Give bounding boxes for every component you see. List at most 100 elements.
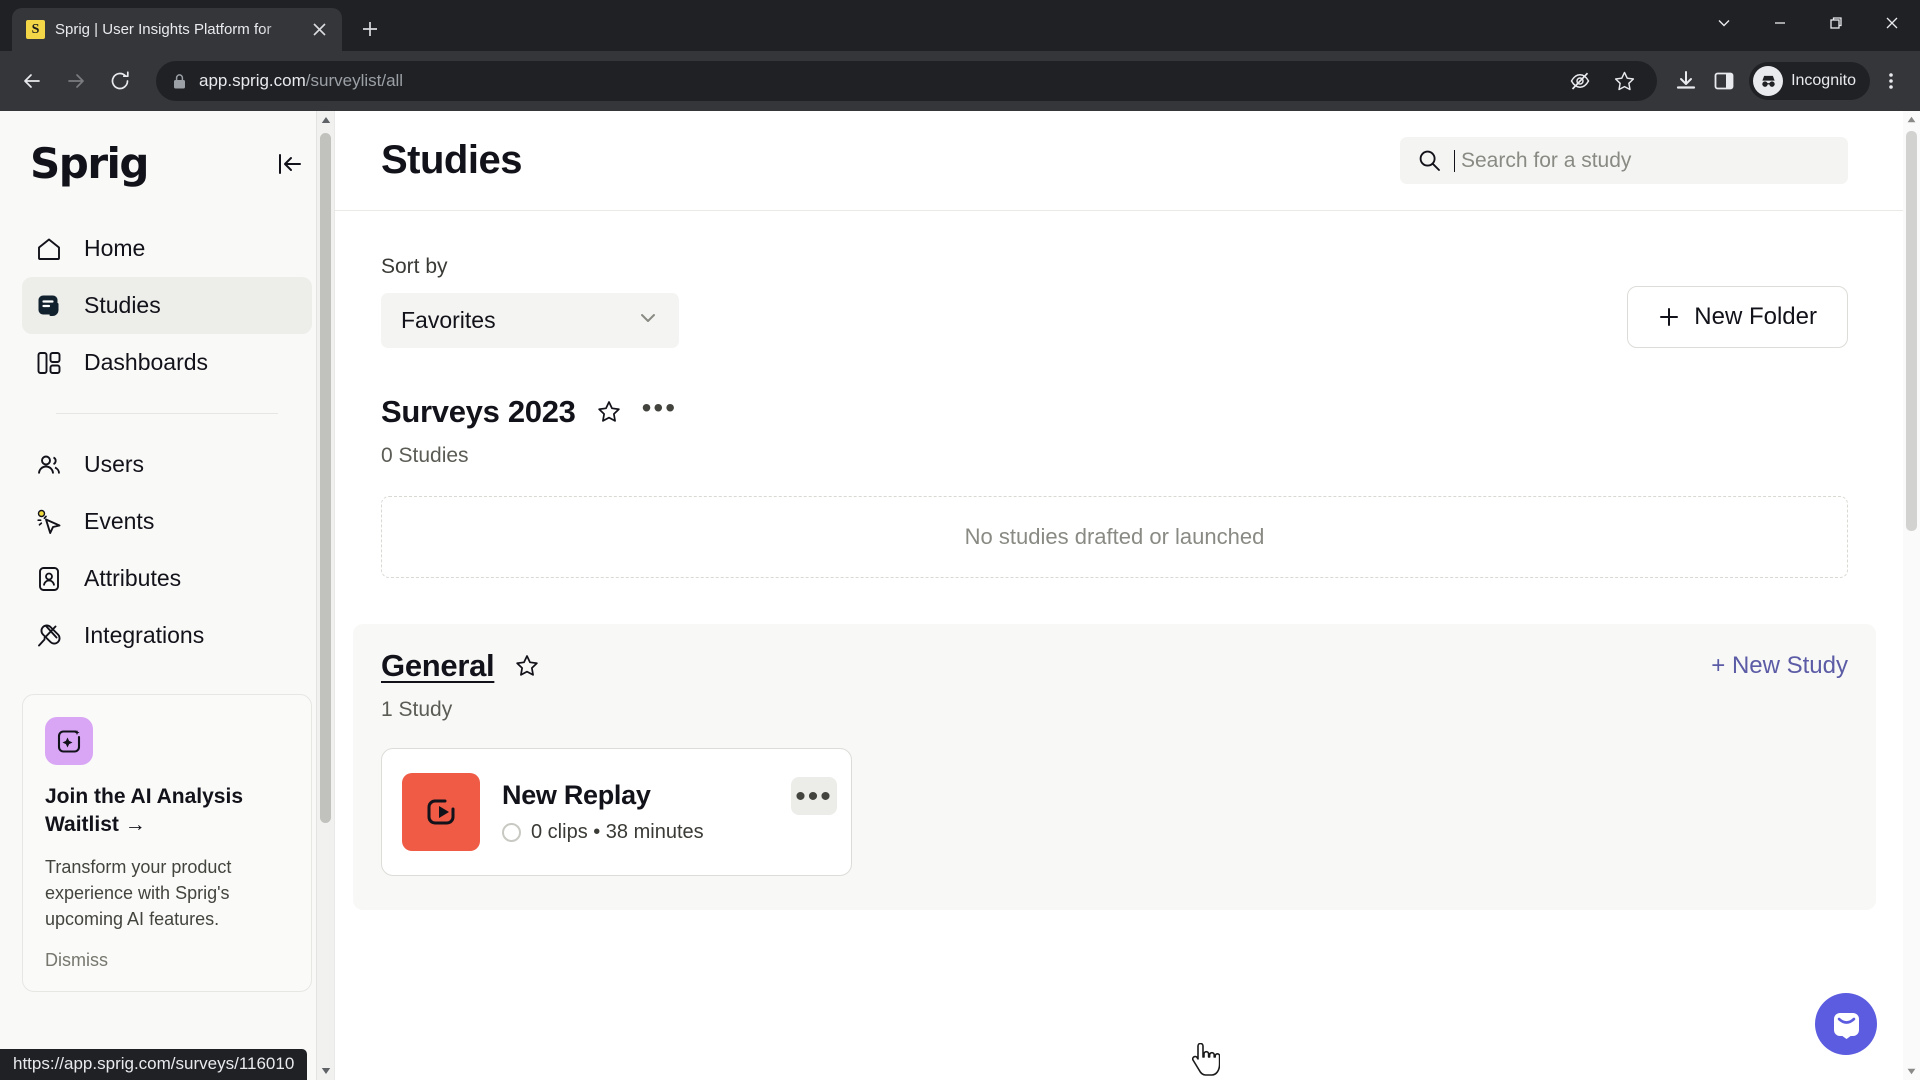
users-icon bbox=[34, 450, 64, 480]
sidebar-header: Sprig bbox=[0, 111, 334, 188]
study-card[interactable]: New Replay 0 clips • 38 minutes ••• bbox=[381, 748, 852, 876]
browser-toolbar: app.sprig.com/surveylist/all Incognito bbox=[0, 51, 1920, 111]
minimize-icon[interactable] bbox=[1752, 0, 1808, 46]
integrations-plug-icon bbox=[34, 621, 64, 651]
search-placeholder: Search for a study bbox=[1461, 148, 1632, 172]
download-icon[interactable] bbox=[1669, 64, 1703, 98]
sidebar-item-label: Integrations bbox=[84, 622, 205, 648]
back-arrow-icon[interactable] bbox=[12, 61, 52, 101]
folder-empty-state: No studies drafted or launched bbox=[381, 496, 1848, 578]
sidebar-item-dashboards[interactable]: Dashboards bbox=[22, 334, 312, 391]
folder-name[interactable]: General bbox=[381, 648, 495, 684]
new-tab-button[interactable] bbox=[352, 11, 388, 47]
forward-arrow-icon bbox=[56, 61, 96, 101]
sidebar-item-attributes[interactable]: Attributes bbox=[22, 550, 312, 607]
address-bar-url: app.sprig.com/surveylist/all bbox=[199, 71, 403, 91]
chevron-down-icon bbox=[637, 307, 659, 335]
window-close-icon[interactable] bbox=[1864, 0, 1920, 46]
sprig-logo[interactable]: Sprig bbox=[30, 139, 150, 188]
scrollbar-up-arrow-icon[interactable] bbox=[1903, 111, 1920, 128]
sidebar-item-label: Users bbox=[84, 451, 145, 477]
sidebar-item-integrations[interactable]: Integrations bbox=[22, 607, 312, 664]
attributes-badge-icon bbox=[34, 564, 64, 594]
study-name: New Replay bbox=[502, 780, 651, 810]
browser-window: S Sprig | User Insights Platform for app… bbox=[0, 0, 1920, 1080]
search-icon bbox=[1418, 149, 1441, 172]
replay-icon bbox=[402, 773, 480, 851]
sort-and-actions-row: Sort by Favorites New Folder bbox=[381, 255, 1848, 348]
folder-general: General + New Study 1 Study New Replay 0… bbox=[353, 624, 1876, 910]
app-sidebar: Sprig Home Studies Dashboards Users Even… bbox=[0, 111, 335, 1080]
tab-close-icon[interactable] bbox=[306, 17, 332, 43]
profile-label: Incognito bbox=[1791, 72, 1856, 89]
study-meta-text: 0 clips • 38 minutes bbox=[531, 821, 704, 843]
mouse-cursor-pointer bbox=[1190, 1042, 1221, 1080]
home-icon bbox=[34, 234, 64, 264]
scrollbar-up-arrow-icon[interactable] bbox=[317, 111, 334, 129]
folder-menu-icon[interactable]: ••• bbox=[642, 394, 677, 422]
search-input[interactable]: Search for a study bbox=[1400, 137, 1848, 184]
ai-promo-dismiss-link[interactable]: Dismiss bbox=[45, 950, 289, 971]
sidebar-item-users[interactable]: Users bbox=[22, 436, 312, 493]
search-text-caret bbox=[1454, 149, 1455, 172]
page-header: Studies Search for a study bbox=[335, 111, 1920, 211]
dashboards-icon bbox=[34, 348, 64, 378]
intercom-chat-bubble-icon[interactable] bbox=[1815, 993, 1877, 1055]
study-menu-icon[interactable]: ••• bbox=[791, 777, 837, 815]
lock-icon bbox=[172, 73, 187, 90]
profile-chip[interactable]: Incognito bbox=[1749, 62, 1870, 100]
eye-slash-icon[interactable] bbox=[1563, 64, 1597, 98]
sidebar-item-label: Home bbox=[84, 235, 146, 261]
studies-body: Sort by Favorites New Folder Surveys 202… bbox=[335, 211, 1920, 1080]
bookmark-star-icon[interactable] bbox=[1607, 64, 1641, 98]
main-content: Studies Search for a study Sort by Favor… bbox=[335, 111, 1920, 1080]
main-scrollbar[interactable] bbox=[1903, 111, 1920, 1080]
scrollbar-thumb[interactable] bbox=[320, 133, 331, 823]
sidebar-item-label: Attributes bbox=[84, 565, 182, 591]
tab-favicon: S bbox=[26, 20, 45, 39]
scrollbar-down-arrow-icon[interactable] bbox=[1903, 1063, 1920, 1080]
star-outline-icon[interactable] bbox=[596, 399, 622, 425]
url-path: /surveylist/all bbox=[305, 71, 404, 90]
sidebar-item-studies[interactable]: Studies bbox=[22, 277, 312, 334]
page-title: Studies bbox=[381, 138, 522, 182]
collapse-sidebar-icon[interactable] bbox=[276, 151, 304, 177]
address-bar[interactable]: app.sprig.com/surveylist/all bbox=[156, 61, 1658, 101]
scrollbar-down-arrow-icon[interactable] bbox=[317, 1062, 334, 1080]
browser-tab[interactable]: S Sprig | User Insights Platform for bbox=[12, 8, 342, 51]
new-folder-button[interactable]: New Folder bbox=[1627, 286, 1848, 348]
folder-study-count: 1 Study bbox=[381, 698, 453, 721]
sidebar-item-label: Studies bbox=[84, 292, 161, 318]
study-grid: New Replay 0 clips • 38 minutes ••• bbox=[381, 748, 1848, 876]
folder-name[interactable]: Surveys 2023 bbox=[381, 394, 576, 430]
sidebar-item-events[interactable]: Events bbox=[22, 493, 312, 550]
scrollbar-thumb[interactable] bbox=[1906, 131, 1917, 531]
page-viewport: Sprig Home Studies Dashboards Users Even… bbox=[0, 111, 1920, 1080]
study-meta: New Replay 0 clips • 38 minutes bbox=[502, 780, 704, 844]
sidebar-scrollbar[interactable] bbox=[316, 111, 334, 1080]
sort-by-label: Sort by bbox=[381, 255, 448, 278]
sidebar-divider bbox=[56, 413, 278, 414]
three-dot-menu-icon[interactable] bbox=[1874, 64, 1908, 98]
sidebar-item-home[interactable]: Home bbox=[22, 220, 312, 277]
folder-study-count: 0 Studies bbox=[381, 444, 469, 467]
maximize-icon[interactable] bbox=[1808, 0, 1864, 46]
incognito-avatar-icon bbox=[1753, 66, 1784, 96]
new-study-label: + New Study bbox=[1711, 652, 1848, 679]
reload-icon[interactable] bbox=[100, 61, 140, 101]
sidebar-item-label: Dashboards bbox=[84, 349, 209, 375]
side-panel-icon[interactable] bbox=[1707, 64, 1741, 98]
folder-header: General + New Study bbox=[381, 648, 1848, 684]
folder-header: Surveys 2023 ••• bbox=[381, 394, 1848, 430]
studies-icon bbox=[34, 291, 64, 321]
status-circle-icon bbox=[502, 823, 521, 842]
sort-by-dropdown[interactable]: Favorites bbox=[381, 293, 679, 348]
ai-promo-title[interactable]: Join the AI Analysis Waitlist → bbox=[45, 783, 289, 840]
chevron-down-icon[interactable] bbox=[1696, 0, 1752, 46]
star-outline-icon[interactable] bbox=[514, 653, 540, 679]
status-bar-url: https://app.sprig.com/surveys/116010 bbox=[0, 1049, 308, 1080]
sidebar-item-label: Events bbox=[84, 508, 155, 534]
new-folder-label: New Folder bbox=[1694, 303, 1817, 330]
new-study-link[interactable]: + New Study bbox=[1711, 652, 1848, 680]
sort-control: Sort by Favorites bbox=[381, 255, 679, 348]
